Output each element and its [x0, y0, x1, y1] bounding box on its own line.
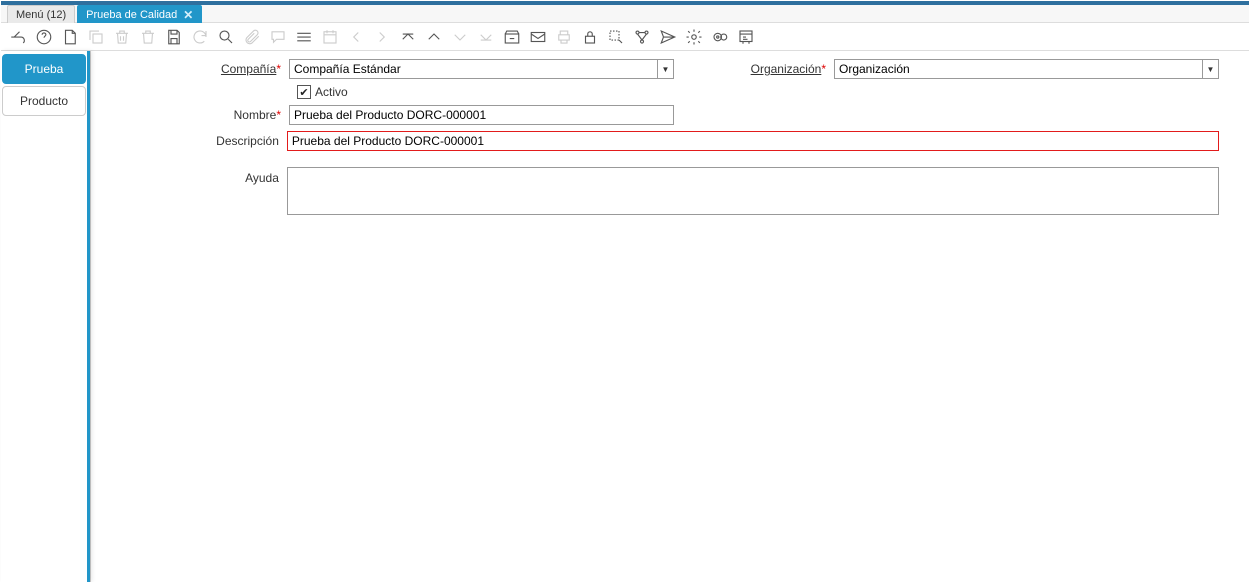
prev-icon [345, 26, 367, 48]
label-descripcion: Descripción [99, 134, 287, 148]
next-icon [371, 26, 393, 48]
refresh-icon [189, 26, 211, 48]
dropdown-arrow-icon[interactable]: ▼ [657, 60, 673, 78]
toolbar [1, 23, 1249, 51]
delete-all-icon [137, 26, 159, 48]
grid-icon[interactable] [293, 26, 315, 48]
sidetab-label: Prueba [25, 62, 64, 76]
input-compania[interactable] [290, 60, 657, 78]
report-icon[interactable] [735, 26, 757, 48]
process-icon[interactable] [709, 26, 731, 48]
required-marker: * [821, 62, 826, 76]
label-nombre-text: Nombre [234, 108, 277, 122]
up-icon[interactable] [423, 26, 445, 48]
tab-bar: Menú (12) Prueba de Calidad ✕ [1, 5, 1249, 23]
combo-organizacion[interactable]: ▼ [834, 59, 1219, 79]
tab-menu-label: Menú (12) [16, 9, 66, 21]
link-compania[interactable]: Compañía [221, 62, 276, 76]
tab-prueba-calidad-label: Prueba de Calidad [86, 9, 177, 21]
close-icon[interactable]: ✕ [183, 9, 193, 21]
label-ayuda: Ayuda [99, 167, 287, 185]
settings-icon[interactable] [683, 26, 705, 48]
print-icon [553, 26, 575, 48]
back-icon[interactable] [7, 26, 29, 48]
combo-compania[interactable]: ▼ [289, 59, 674, 79]
chat-icon [267, 26, 289, 48]
expand-up-icon[interactable] [397, 26, 419, 48]
new-icon[interactable] [59, 26, 81, 48]
label-activo: Activo [315, 85, 348, 99]
search-icon[interactable] [215, 26, 237, 48]
label-descripcion-text: Descripción [216, 134, 279, 148]
required-marker: * [276, 62, 281, 76]
date-icon [319, 26, 341, 48]
workflow-icon[interactable] [631, 26, 653, 48]
required-marker: * [276, 108, 281, 122]
lock-icon[interactable] [579, 26, 601, 48]
label-nombre: Nombre* [99, 108, 289, 122]
zoom-icon[interactable] [605, 26, 627, 48]
input-descripcion[interactable] [287, 131, 1219, 151]
checkbox-activo[interactable]: ✔ [297, 85, 311, 99]
save-icon[interactable] [163, 26, 185, 48]
help-icon[interactable] [33, 26, 55, 48]
attach-icon [241, 26, 263, 48]
delete-icon [111, 26, 133, 48]
link-organizacion[interactable]: Organización [751, 62, 822, 76]
label-organizacion: Organización* [750, 62, 834, 76]
mail-icon[interactable] [527, 26, 549, 48]
send-icon[interactable] [657, 26, 679, 48]
form-content: Compañía* ▼ Organización* ▼ ✔ Activo [91, 51, 1249, 582]
expand-down-icon [475, 26, 497, 48]
tab-menu[interactable]: Menú (12) [7, 5, 75, 23]
sidetab-prueba[interactable]: Prueba [2, 54, 86, 84]
sidetab-label: Producto [20, 94, 68, 108]
down-icon [449, 26, 471, 48]
label-ayuda-text: Ayuda [245, 171, 279, 185]
sidebar: Prueba Producto [1, 51, 91, 582]
label-compania: Compañía* [99, 62, 289, 76]
textarea-ayuda[interactable] [287, 167, 1219, 215]
input-organizacion[interactable] [835, 60, 1202, 78]
copy-icon [85, 26, 107, 48]
archive-icon[interactable] [501, 26, 523, 48]
dropdown-arrow-icon[interactable]: ▼ [1202, 60, 1218, 78]
input-nombre[interactable] [289, 105, 674, 125]
sidetab-producto[interactable]: Producto [2, 86, 86, 116]
tab-prueba-calidad[interactable]: Prueba de Calidad ✕ [77, 5, 202, 23]
